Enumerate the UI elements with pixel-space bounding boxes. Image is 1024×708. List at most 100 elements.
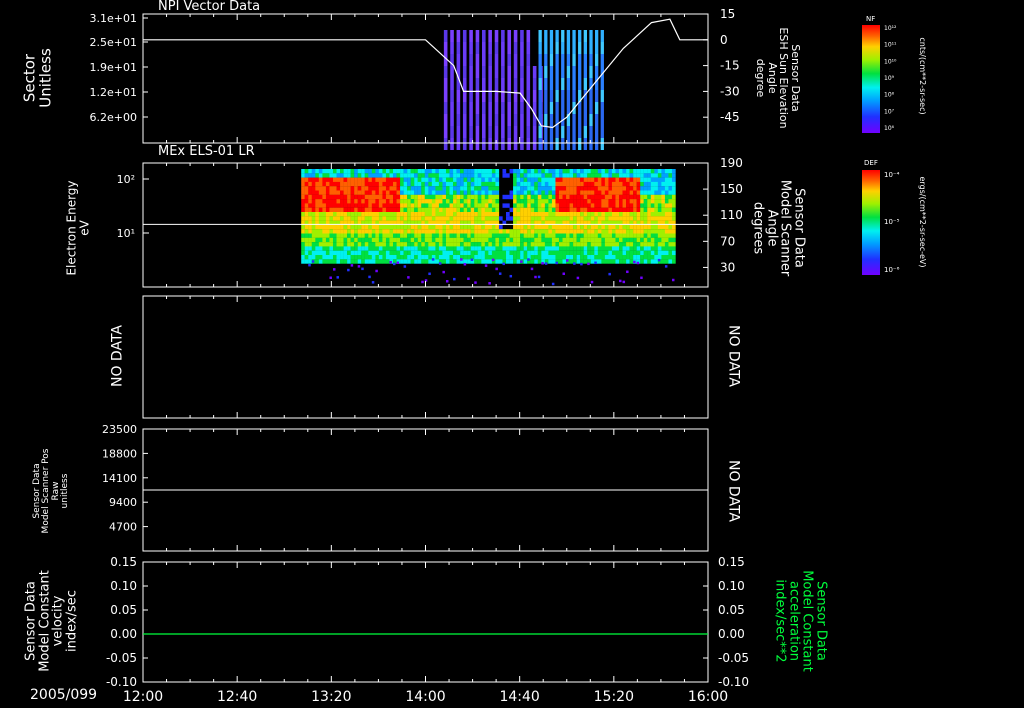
spectrogram-cell: [357, 250, 362, 256]
spectrogram-cell: [495, 186, 500, 191]
spectrogram-cell: [428, 229, 433, 234]
spectrogram-cell: [385, 212, 390, 217]
spectrogram-cell: [558, 194, 563, 200]
spectrogram-cell: [417, 194, 422, 200]
heatmap-cell: [462, 102, 467, 114]
spectrogram-cell: [442, 194, 447, 200]
spectrogram-cell: [318, 229, 323, 234]
spectrogram-cell: [442, 224, 447, 230]
spectrogram-cell: [551, 203, 556, 208]
spectrogram-speck: [428, 272, 431, 276]
spectrogram-cell: [491, 242, 496, 247]
spectrogram-cell: [343, 190, 348, 195]
spectrogram-cell: [498, 224, 503, 230]
x-tick-label: 16:00: [688, 689, 728, 705]
spectrogram-speck: [594, 261, 597, 265]
spectrogram-cell: [449, 177, 454, 182]
heatmap-cell: [475, 30, 480, 42]
spectrogram-cell: [636, 190, 641, 195]
spectrogram-cell: [389, 169, 394, 174]
spectrogram-cell: [410, 224, 415, 230]
spectrogram-cell: [453, 242, 457, 247]
spectrogram-cell: [347, 216, 351, 221]
spectrogram-cell: [421, 199, 425, 204]
spectrogram-cell: [474, 199, 478, 204]
heatmap-cell: [520, 66, 524, 78]
spectrogram-cell: [368, 237, 372, 243]
heatmap-cell: [443, 78, 448, 90]
spectrogram-cell: [664, 259, 669, 264]
spectrogram-cell: [354, 212, 358, 217]
spectrogram-cell: [650, 190, 655, 195]
spectrogram-cell: [389, 242, 394, 247]
spectrogram-cell: [622, 169, 627, 174]
spectrogram-cell: [368, 250, 372, 256]
spectrogram-cell: [647, 242, 651, 247]
spectrogram-cell: [301, 212, 305, 217]
spectrogram-cell: [576, 229, 581, 234]
spectrogram-cell: [664, 242, 669, 247]
spectrogram-cell: [566, 190, 570, 195]
spectrogram-cell: [530, 250, 535, 256]
spectrogram-cell: [322, 242, 327, 247]
spectrogram-cell: [562, 169, 567, 174]
spectrogram-cell: [354, 177, 358, 182]
spectrogram-cell: [661, 237, 666, 243]
spectrogram-cell: [597, 216, 602, 221]
spectrogram-cell: [558, 233, 563, 238]
heatmap-cell: [482, 114, 486, 126]
spectrogram-cell: [424, 173, 429, 178]
spectrogram-cell: [488, 250, 493, 256]
spectrogram-cell: [668, 259, 673, 264]
spectrogram-cell: [650, 203, 655, 208]
spectrogram-cell: [308, 233, 312, 238]
spectrogram-cell: [417, 255, 422, 260]
spectrogram-cell: [650, 212, 655, 217]
x-tick-label: 12:40: [217, 689, 257, 705]
spectrogram-cell: [467, 250, 471, 256]
spectrogram-cell: [520, 181, 524, 187]
spectrogram-cell: [671, 259, 676, 264]
spectrogram-cell: [357, 246, 362, 251]
spectrogram-cell: [555, 250, 560, 256]
spectrogram-cell: [491, 237, 496, 243]
spectrogram-cell: [421, 255, 425, 260]
spectrogram-cell: [332, 212, 337, 217]
heatmap-cell: [544, 30, 548, 42]
spectrogram-cell: [393, 207, 397, 213]
heatmap-cell: [488, 102, 492, 114]
spectrogram-cell: [654, 181, 659, 187]
spectrogram-cell: [495, 255, 500, 260]
spectrogram-cell: [438, 169, 443, 174]
spectrogram-cell: [622, 246, 627, 251]
spectrogram-cell: [640, 242, 644, 247]
spectrogram-cell: [562, 173, 567, 178]
spectrogram-cell: [516, 216, 521, 221]
spectrogram-cell: [350, 169, 355, 174]
spectrogram-cell: [551, 242, 556, 247]
spectrogram-cell: [382, 203, 387, 208]
spectrogram-cell: [410, 229, 415, 234]
spectrogram-cell: [566, 255, 570, 260]
spectrogram-cell: [308, 259, 312, 264]
y-tick-label: 23500: [102, 423, 137, 436]
spectrogram-cell: [594, 177, 598, 182]
spectrogram-cell: [368, 207, 372, 213]
spectrogram-cell: [371, 203, 376, 208]
spectrogram-cell: [534, 224, 538, 230]
spectrogram-cell: [520, 224, 524, 230]
spectrogram-cell: [640, 224, 644, 230]
spectrogram-cell: [580, 224, 584, 230]
spectrogram-cell: [375, 199, 380, 204]
spectrogram-cell: [668, 181, 673, 187]
heatmap-cell: [488, 126, 492, 138]
heatmap-cell: [475, 114, 480, 126]
spectrogram-cell: [410, 212, 415, 217]
spectrogram-cell: [661, 173, 666, 178]
heatmap-cell: [600, 42, 604, 54]
spectrogram-cell: [382, 194, 387, 200]
colorbar-def: [862, 170, 880, 275]
heatmap-cell: [578, 30, 582, 42]
spectrogram-speck: [488, 282, 491, 285]
spectrogram-cell: [477, 233, 482, 238]
